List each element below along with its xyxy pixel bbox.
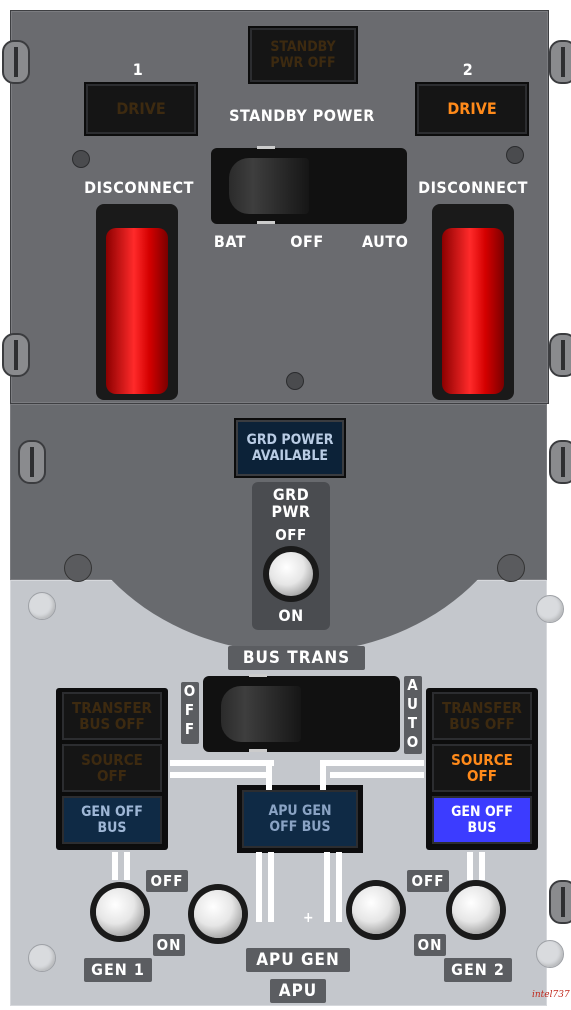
- gen2-label: GEN 2: [444, 958, 512, 982]
- connector-line: [336, 852, 342, 922]
- gen1-off-label: OFF: [146, 870, 188, 892]
- gen2-on-label: ON: [414, 934, 446, 956]
- screw-icon: [28, 944, 56, 972]
- apu-gen-off-bus-light: APU GEN OFF BUS: [242, 790, 358, 848]
- disconnect-1-label: DISCONNECT: [84, 178, 194, 197]
- screw-icon: [506, 146, 524, 164]
- connector-line: [320, 760, 326, 790]
- rocker-paddle: [229, 158, 309, 214]
- disconnect-1-switch[interactable]: [106, 228, 168, 394]
- panel-clamp: [549, 333, 571, 377]
- drive-2-number: 2: [462, 60, 474, 79]
- panel-clamp: [549, 880, 571, 924]
- grd-pwr-on-label: ON: [278, 606, 304, 625]
- bus-trans-auto-label: AUTO: [404, 676, 422, 754]
- standby-power-title: STANDBY POWER: [229, 106, 375, 125]
- bus-trans-switch[interactable]: [203, 674, 400, 752]
- screw-icon: [64, 554, 92, 582]
- connector-line: [256, 852, 262, 922]
- gen2-annunciator-stack: TRANSFER BUS OFF SOURCE OFF GEN OFF BUS: [426, 688, 538, 850]
- rocker-paddle: [221, 686, 301, 742]
- gen2-off-label: OFF: [407, 870, 449, 892]
- author-signature: intel737: [532, 990, 570, 1000]
- gen1-on-label: ON: [153, 934, 185, 956]
- grd-pwr-label: GRD PWR: [271, 485, 311, 521]
- screw-icon: [536, 940, 564, 968]
- gen2-switch[interactable]: [452, 886, 500, 934]
- screw-icon: [286, 372, 304, 390]
- pos-off-label: OFF: [290, 232, 324, 251]
- gen1-switch[interactable]: [96, 888, 144, 936]
- transfer-bus-off-2-light: TRANSFER BUS OFF: [432, 692, 532, 740]
- panel-clamp: [2, 333, 30, 377]
- bus-trans-label: BUS TRANS: [228, 646, 365, 670]
- connector-line: [330, 772, 424, 778]
- source-off-1-light: SOURCE OFF: [62, 744, 162, 792]
- plus-mark: +: [303, 910, 314, 926]
- standby-power-switch[interactable]: [211, 146, 407, 224]
- connector-line: [124, 852, 130, 880]
- connector-line: [324, 852, 330, 922]
- gen-off-bus-2-light: GEN OFF BUS: [432, 796, 532, 844]
- connector-line: [320, 760, 424, 766]
- rocker-mark: [249, 749, 267, 752]
- disconnect-1-guard[interactable]: [96, 204, 178, 400]
- apu-gen-2-switch[interactable]: [352, 886, 400, 934]
- panel-clamp: [549, 440, 571, 484]
- apu-label: APU: [270, 979, 326, 1003]
- screw-icon: [497, 554, 525, 582]
- drive-1-light: DRIVE: [86, 84, 196, 134]
- pos-bat-label: BAT: [213, 232, 247, 251]
- connector-line: [170, 760, 274, 766]
- grd-pwr-switch[interactable]: [269, 552, 313, 596]
- screw-icon: [72, 150, 90, 168]
- rocker-mark: [257, 221, 275, 224]
- gen-off-bus-1-light: GEN OFF BUS: [62, 796, 162, 844]
- connector-line: [268, 852, 274, 922]
- panel-clamp: [18, 440, 46, 484]
- gen1-label: GEN 1: [84, 958, 152, 982]
- bus-trans-off-label: OFF: [181, 682, 199, 744]
- connector-line: [170, 772, 266, 778]
- panel-clamp: [549, 40, 571, 84]
- disconnect-2-switch[interactable]: [442, 228, 504, 394]
- screw-icon: [28, 592, 56, 620]
- rocker-mark: [257, 146, 275, 149]
- gen1-annunciator-stack: TRANSFER BUS OFF SOURCE OFF GEN OFF BUS: [56, 688, 168, 850]
- grd-pwr-off-label: OFF: [275, 526, 307, 544]
- drive-2-light: DRIVE: [417, 84, 527, 134]
- rocker-mark: [249, 674, 267, 677]
- apu-gen-1-switch[interactable]: [194, 890, 242, 938]
- standby-pwr-off-light: STANDBY PWR OFF: [250, 28, 356, 82]
- screw-icon: [536, 595, 564, 623]
- pos-auto-label: AUTO: [362, 232, 409, 251]
- apu-gen-label: APU GEN: [246, 948, 350, 972]
- grd-pwr-switch-plate: GRD PWR OFF ON: [252, 482, 330, 630]
- disconnect-2-guard[interactable]: [432, 204, 514, 400]
- connector-line: [112, 852, 118, 880]
- connector-line: [479, 852, 485, 880]
- panel-clamp: [2, 40, 30, 84]
- grd-power-available-light: GRD POWER AVAILABLE: [236, 420, 344, 476]
- transfer-bus-off-1-light: TRANSFER BUS OFF: [62, 692, 162, 740]
- source-off-2-light: SOURCE OFF: [432, 744, 532, 792]
- disconnect-2-label: DISCONNECT: [418, 178, 528, 197]
- drive-1-number: 1: [132, 60, 144, 79]
- connector-line: [467, 852, 473, 880]
- connector-line: [266, 760, 272, 790]
